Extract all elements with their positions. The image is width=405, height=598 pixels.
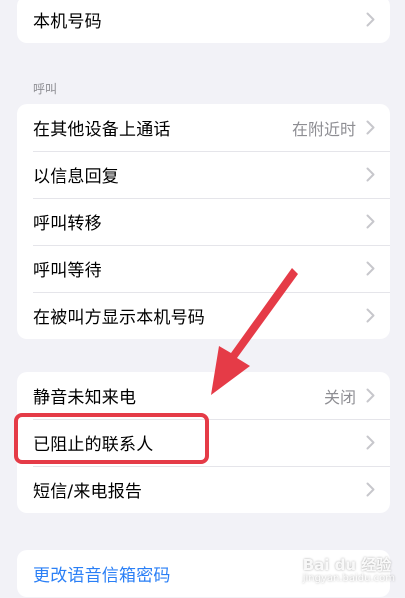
show-caller-id-row[interactable]: 在被叫方显示本机号码 bbox=[17, 292, 390, 339]
silence-unknown-row[interactable]: 静音未知来电 关闭 bbox=[17, 372, 390, 419]
chevron-right-icon bbox=[364, 12, 376, 28]
chevron-right-icon bbox=[364, 167, 376, 183]
my-number-label: 本机号码 bbox=[33, 12, 102, 32]
blocked-contacts-row[interactable]: 已阻止的联系人 bbox=[17, 419, 390, 466]
watermark-sub: jingyan.baidu.com bbox=[302, 573, 395, 584]
chevron-right-icon bbox=[364, 388, 376, 404]
sms-call-reporting-label: 短信/来电报告 bbox=[33, 482, 143, 502]
reply-with-message-row[interactable]: 以信息回复 bbox=[17, 151, 390, 198]
silence-unknown-value: 关闭 bbox=[323, 387, 356, 407]
call-other-devices-label: 在其他设备上通话 bbox=[33, 120, 171, 140]
call-other-devices-value: 在附近时 bbox=[291, 119, 356, 139]
blocked-contacts-label: 已阻止的联系人 bbox=[33, 435, 154, 455]
my-number-group: 本机号码 bbox=[17, 0, 390, 43]
call-waiting-row[interactable]: 呼叫等待 bbox=[17, 245, 390, 292]
chevron-right-icon bbox=[364, 214, 376, 230]
call-waiting-label: 呼叫等待 bbox=[33, 261, 102, 281]
sms-call-reporting-row[interactable]: 短信/来电报告 bbox=[17, 466, 390, 513]
call-forwarding-label: 呼叫转移 bbox=[33, 214, 102, 234]
unknown-callers-group: 静音未知来电 关闭 已阻止的联系人 短信/来电报告 bbox=[17, 372, 390, 513]
chevron-right-icon bbox=[364, 482, 376, 498]
silence-unknown-label: 静音未知来电 bbox=[33, 388, 137, 408]
call-settings-group: 在其他设备上通话 在附近时 以信息回复 呼叫转移 呼叫等待 在被叫方显示本机号码 bbox=[17, 104, 390, 339]
chevron-right-icon bbox=[364, 308, 376, 324]
call-section-header: 呼叫 bbox=[33, 82, 58, 96]
call-forwarding-row[interactable]: 呼叫转移 bbox=[17, 198, 390, 245]
chevron-right-icon bbox=[364, 120, 376, 136]
show-caller-id-label: 在被叫方显示本机号码 bbox=[33, 308, 205, 328]
watermark: Bai du 经验 jingyan.baidu.com bbox=[303, 554, 395, 584]
my-number-row[interactable]: 本机号码 bbox=[17, 0, 390, 43]
chevron-right-icon bbox=[364, 261, 376, 277]
call-other-devices-row[interactable]: 在其他设备上通话 在附近时 bbox=[17, 104, 390, 151]
watermark-brand: Bai du 经验 bbox=[302, 556, 392, 574]
reply-with-message-label: 以信息回复 bbox=[33, 167, 119, 187]
chevron-right-icon bbox=[364, 435, 376, 451]
